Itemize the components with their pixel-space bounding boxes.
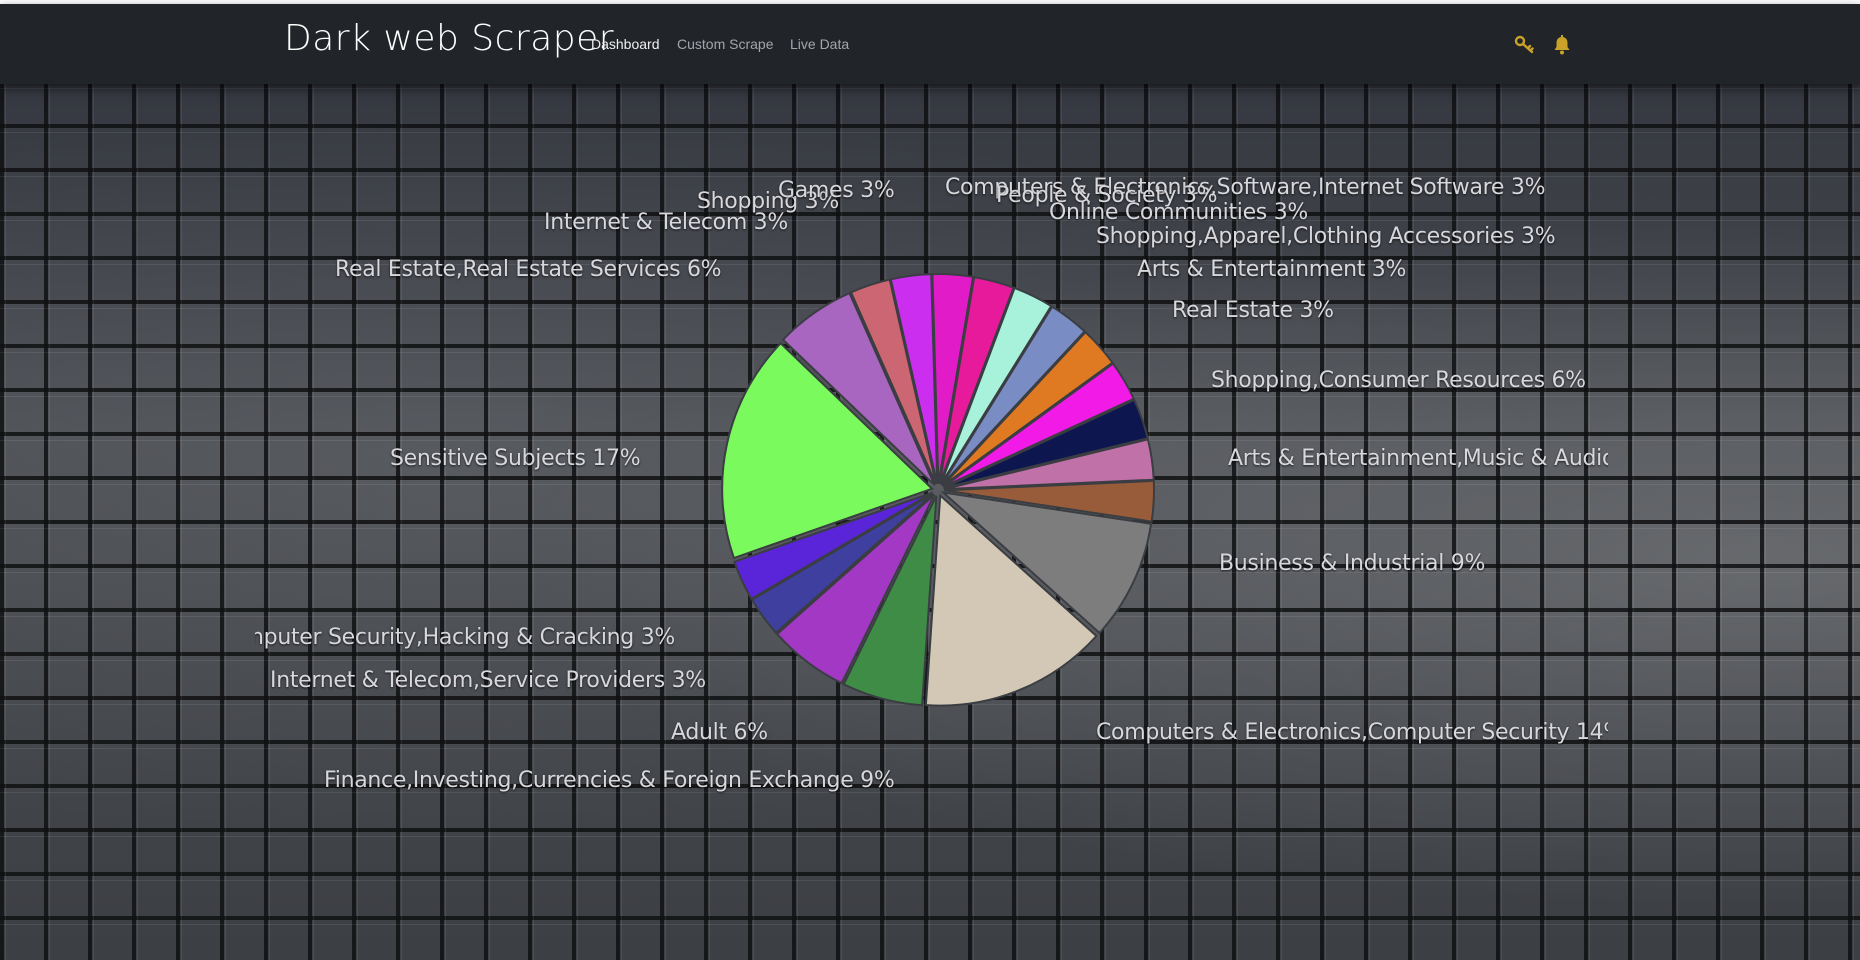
label-internet-service-providers: Internet & Telecom,Service Providers 3% bbox=[270, 668, 706, 693]
brand-title[interactable]: Dark web Scraper bbox=[284, 18, 614, 59]
key-icon[interactable] bbox=[1514, 34, 1536, 56]
pie-chart bbox=[721, 273, 1155, 707]
label-arts-entertainment: Arts & Entertainment 3% bbox=[1137, 257, 1407, 282]
bell-icon[interactable] bbox=[1551, 34, 1573, 56]
label-business-industrial: Business & Industrial 9% bbox=[1219, 551, 1486, 576]
label-shopping-apparel: Shopping,Apparel,Clothing Accessories 3% bbox=[1096, 224, 1556, 249]
nav-dashboard[interactable]: Dashboard bbox=[591, 36, 660, 52]
label-sensitive-subjects: Sensitive Subjects 17% bbox=[390, 446, 641, 471]
nav-live-data[interactable]: Live Data bbox=[790, 36, 849, 52]
label-computer-security: Computers & Electronics,Computer Securit… bbox=[1096, 720, 1608, 745]
label-finance: Finance,Investing,Currencies & Foreign E… bbox=[324, 768, 895, 793]
nav-custom-scrape[interactable]: Custom Scrape bbox=[677, 36, 773, 52]
pie-chart-area: Computers & Electronics,Software,Interne… bbox=[0, 0, 1860, 960]
label-hacking-cracking: Computer Security,Hacking & Cracking 3% bbox=[255, 625, 675, 650]
label-games: Games 3% bbox=[778, 178, 895, 203]
navbar: Dark web Scraper Dashboard Custom Scrape… bbox=[0, 4, 1860, 84]
label-shopping-consumer: Shopping,Consumer Resources 6% bbox=[1211, 368, 1586, 393]
label-arts-music: Arts & Entertainment,Music & Audio 3% bbox=[1228, 446, 1608, 471]
label-real-estate: Real Estate 3% bbox=[1172, 298, 1334, 323]
label-online-communities: Online Communities 3% bbox=[1049, 200, 1308, 225]
label-adult: Adult 6% bbox=[671, 720, 768, 745]
label-real-estate-services: Real Estate,Real Estate Services 6% bbox=[335, 257, 722, 282]
